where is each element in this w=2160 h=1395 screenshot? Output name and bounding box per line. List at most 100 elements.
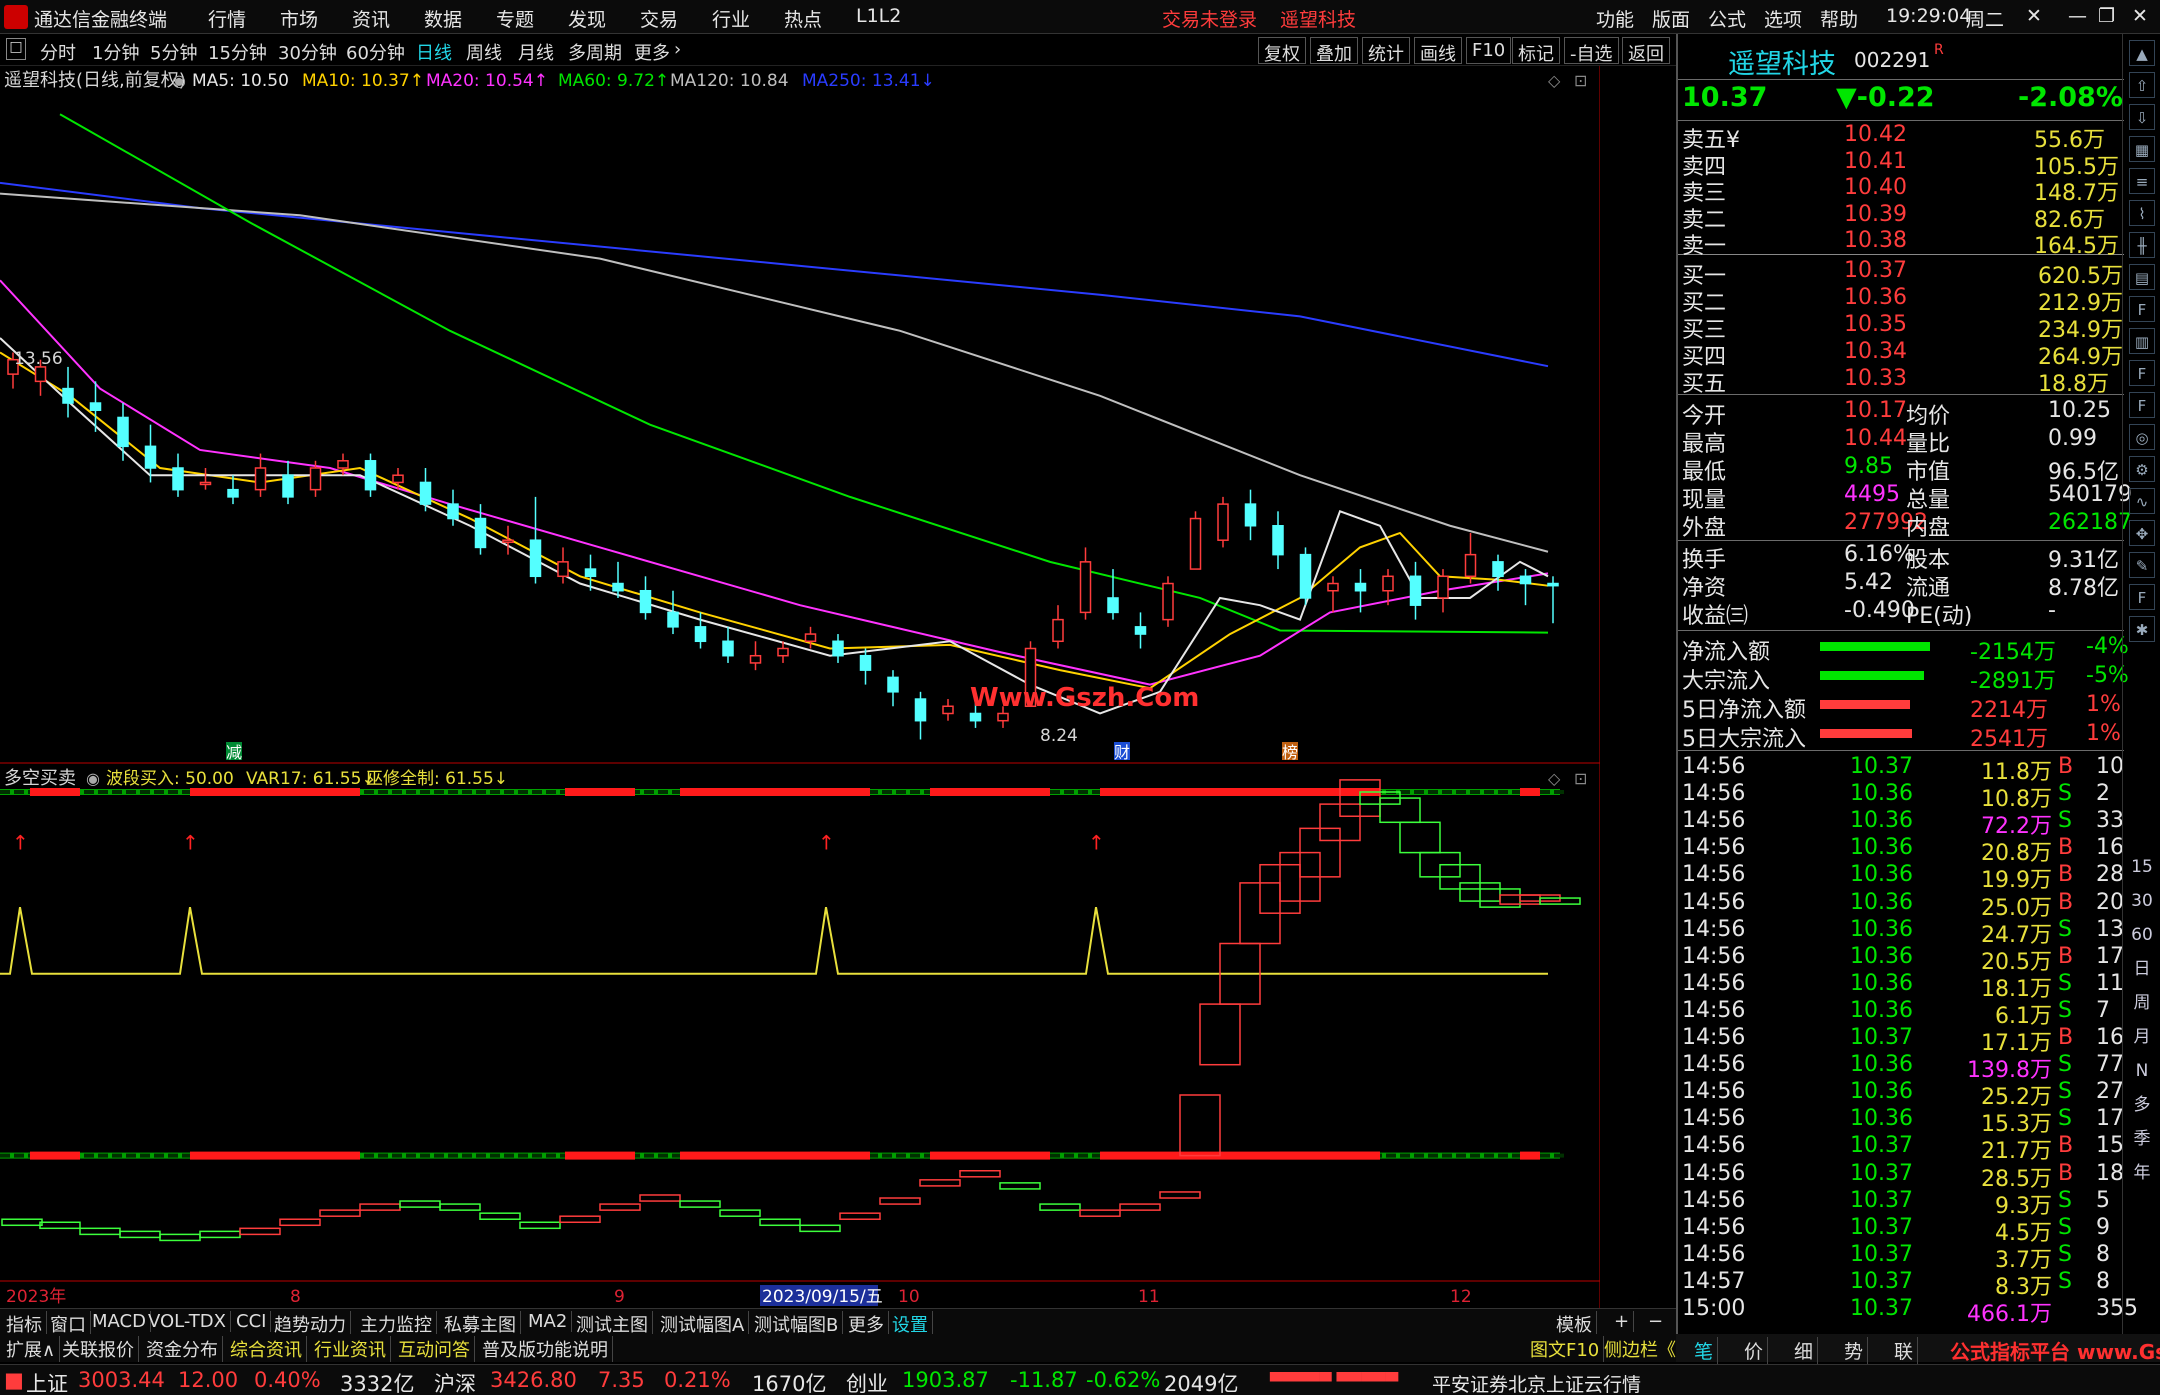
menu-jiaoyi[interactable]: 交易 (640, 5, 678, 32)
period-daily[interactable]: 日线 (416, 39, 452, 65)
menu-xuanxiang[interactable]: 选项 (1764, 5, 1802, 32)
square-icon[interactable]: □ (6, 38, 26, 60)
side-period-9[interactable]: 年 (2129, 1160, 2155, 1186)
quote-tab-0[interactable]: 笔 (1690, 1337, 1719, 1364)
side-period-1[interactable]: 30 (2129, 888, 2155, 914)
menu-banmian[interactable]: 版面 (1652, 5, 1690, 32)
table-icon[interactable]: ▤ (2129, 264, 2155, 290)
grid-icon[interactable]: ▦ (2129, 136, 2155, 162)
quote-tab-1[interactable]: 价 (1740, 1337, 1769, 1364)
side-period-8[interactable]: 季 (2129, 1126, 2155, 1152)
period-15min[interactable]: 15分钟 (208, 39, 267, 65)
period-5min[interactable]: 5分钟 (150, 39, 197, 65)
menu-shuju[interactable]: 数据 (424, 5, 462, 32)
period-60min[interactable]: 60分钟 (346, 39, 405, 65)
broker-server[interactable]: 平安证券北京上证云行情 (1432, 1370, 1641, 1395)
period-monthly[interactable]: 月线 (518, 39, 554, 65)
arrow-up-icon[interactable]: ▲ (2129, 40, 2155, 66)
btn-fuquan[interactable]: 复权 (1258, 37, 1306, 65)
toggle-icon-2[interactable]: ◉ (86, 769, 100, 788)
menu-zixun[interactable]: 资讯 (352, 5, 390, 32)
marker-cai[interactable]: 财 (1114, 743, 1130, 762)
maximize-icon[interactable]: ❐ (2098, 5, 2115, 27)
marker-bang[interactable]: 榜 (1282, 743, 1298, 762)
f1-icon[interactable]: F (2129, 360, 2155, 386)
close-window-icon[interactable]: ✕ (2026, 5, 2042, 27)
index-sz-name[interactable]: 沪深 (434, 1368, 476, 1395)
btn-tongji[interactable]: 统计 (1362, 37, 1410, 65)
side-period-2[interactable]: 60 (2129, 922, 2155, 948)
side-period-4[interactable]: 周 (2129, 990, 2155, 1016)
period-1min[interactable]: 1分钟 (92, 39, 139, 65)
chevron-right-icon[interactable]: › (674, 39, 681, 60)
btn-huaxian[interactable]: 画线 (1414, 37, 1462, 65)
ext-tab-2[interactable]: 资金分布 (142, 1336, 223, 1362)
gear-icon[interactable]: ✱ (2129, 616, 2155, 642)
period-fenshi[interactable]: 分时 (40, 39, 76, 65)
doc-icon[interactable]: ▥ (2129, 328, 2155, 354)
menu-zhuanti[interactable]: 专题 (496, 5, 534, 32)
period-weekly[interactable]: 周线 (466, 39, 502, 65)
fin-icon[interactable]: F (2129, 296, 2155, 322)
fs-icon[interactable]: F (2129, 584, 2155, 610)
period-multi[interactable]: 多周期 (568, 39, 622, 65)
f2-icon[interactable]: F (2129, 392, 2155, 418)
trade-not-logged-link[interactable]: 交易未登录 (1162, 5, 1257, 32)
period-30min[interactable]: 30分钟 (278, 39, 337, 65)
period-more[interactable]: 更多 (634, 39, 670, 65)
ext-tab-sidebar[interactable]: 侧边栏《 (1600, 1336, 1680, 1362)
list-icon[interactable]: ≡ (2129, 168, 2155, 194)
side-period-7[interactable]: 多 (2129, 1092, 2155, 1118)
marker-jian[interactable]: 减 (226, 743, 242, 762)
close-pane-icon-2[interactable]: ⊡ (1574, 769, 1587, 788)
tab-add-icon[interactable]: + (1610, 1311, 1635, 1332)
circle-icon[interactable]: ◎ (2129, 424, 2155, 450)
chart-icon[interactable]: ∿ (2129, 488, 2155, 514)
tab-remove-icon[interactable]: − (1644, 1311, 1667, 1332)
ext-tab-0[interactable]: 扩展∧ (2, 1336, 61, 1362)
pen-icon[interactable]: ✎ (2129, 552, 2155, 578)
ext-tab-4[interactable]: 行业资讯 (310, 1336, 391, 1362)
diamond-icon-2[interactable]: ◇ (1548, 769, 1561, 788)
btn-biaoji[interactable]: 标记 (1512, 37, 1560, 65)
arrow-down-icon[interactable]: ⇩ (2129, 104, 2155, 130)
close-pane-icon[interactable]: ⊡ (1574, 71, 1587, 90)
minimize-icon[interactable]: — (2068, 5, 2087, 27)
ext-tab-5[interactable]: 互动问答 (394, 1336, 475, 1362)
tab-4[interactable]: CCI (232, 1311, 272, 1332)
ext-tab-3[interactable]: 综合资讯 (226, 1336, 307, 1362)
close-icon[interactable]: ✕ (2132, 5, 2148, 27)
kline-chart[interactable]: 遥望科技(日线,前复权) ◉ MA5: 10.50 MA10: 10.37↑ MA20… (0, 66, 1600, 1308)
ext-tab-6[interactable]: 普及版功能说明 (478, 1336, 613, 1362)
side-period-3[interactable]: 日 (2129, 956, 2155, 982)
menu-gongshi[interactable]: 公式 (1708, 5, 1746, 32)
menu-shichang[interactable]: 市场 (280, 5, 318, 32)
tab-2[interactable]: MACD (88, 1311, 151, 1332)
side-period-5[interactable]: 月 (2129, 1024, 2155, 1050)
btn-zixuan[interactable]: -自选 (1564, 37, 1619, 65)
candle-icon[interactable]: ╫ (2129, 232, 2155, 258)
trend-icon[interactable]: ⌇ (2129, 200, 2155, 226)
toggle-icon[interactable]: ◉ (172, 71, 186, 90)
menu-l1l2[interactable]: L1L2 (856, 5, 901, 27)
tab-3[interactable]: VOL-TDX (144, 1311, 231, 1332)
menu-bangzhu[interactable]: 帮助 (1820, 5, 1858, 32)
btn-f10[interactable]: F10 (1466, 37, 1512, 64)
arrow-up-2-icon[interactable]: ⇧ (2129, 72, 2155, 98)
btn-fanhui[interactable]: 返回 (1622, 37, 1670, 65)
menu-faxian[interactable]: 发现 (568, 5, 606, 32)
btn-diejia[interactable]: 叠加 (1310, 37, 1358, 65)
quote-tab-3[interactable]: 势 (1840, 1337, 1869, 1364)
quote-tab-2[interactable]: 细 (1790, 1337, 1819, 1364)
side-period-6[interactable]: N (2129, 1058, 2155, 1084)
menu-redian[interactable]: 热点 (784, 5, 822, 32)
tab-8[interactable]: MA2 (524, 1311, 573, 1332)
diamond-icon[interactable]: ◇ (1548, 71, 1561, 90)
side-period-0[interactable]: 15 (2129, 854, 2155, 880)
move-icon[interactable]: ✥ (2129, 520, 2155, 546)
ext-tab-1[interactable]: 关联报价 (58, 1336, 139, 1362)
index-sh-name[interactable]: 上证 (26, 1368, 68, 1395)
settings-icon[interactable]: ⚙ (2129, 456, 2155, 482)
ext-tab-f10[interactable]: 图文F10 (1526, 1336, 1605, 1362)
menu-hangye[interactable]: 行业 (712, 5, 750, 32)
